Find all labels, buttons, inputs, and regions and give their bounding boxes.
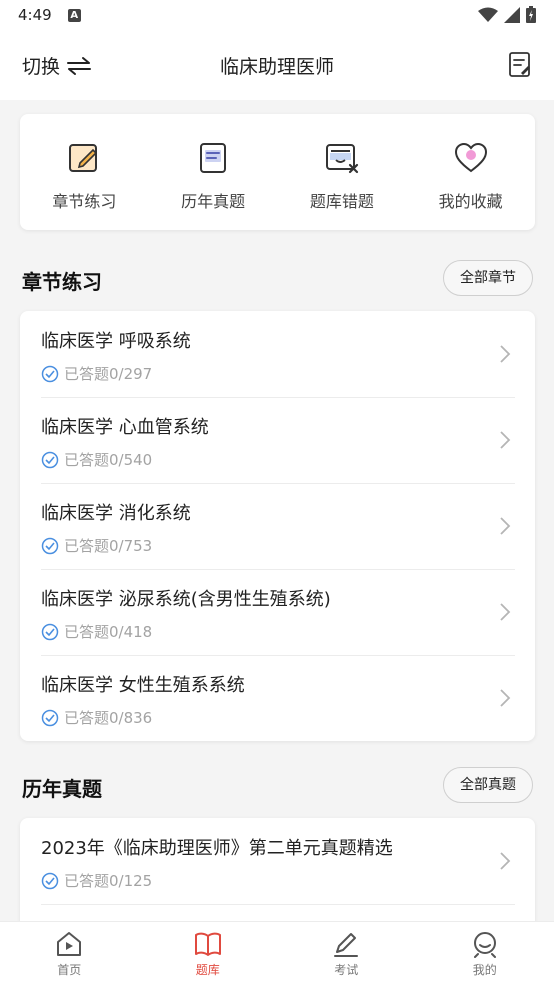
- tab-home[interactable]: 首页: [0, 922, 139, 984]
- tab-question-bank[interactable]: 题库: [139, 922, 278, 984]
- tab-label: 我的: [472, 963, 497, 977]
- item-status: 已答题0/418: [41, 621, 152, 642]
- check-circle-icon: [41, 365, 59, 382]
- battery-icon: [526, 6, 536, 23]
- chevron-right-icon: [500, 852, 511, 870]
- wifi-icon: [478, 7, 498, 22]
- item-status: 已答题0/125: [41, 870, 152, 891]
- pen-icon: [334, 933, 359, 957]
- progress-text: 已答题0/836: [64, 709, 153, 727]
- quick-favorites[interactable]: 我的收藏: [406, 114, 535, 230]
- list-item[interactable]: 临床医学 女性生殖系系统 已答题0/836: [20, 655, 535, 741]
- quick-label: 章节练习: [52, 192, 117, 211]
- list-item[interactable]: 临床医学 泌尿系统(含男性生殖系统) 已答题0/418: [20, 569, 535, 655]
- profile-icon: [473, 932, 496, 958]
- past-exam-list: 2023年《临床助理医师》第二单元真题精选 已答题0/125: [20, 818, 535, 928]
- wrong-questions-icon: [325, 144, 358, 174]
- item-title: 临床医学 泌尿系统(含男性生殖系统): [41, 589, 331, 610]
- divider: [41, 904, 515, 905]
- quick-past-exams[interactable]: 历年真题: [149, 114, 278, 230]
- check-circle-icon: [41, 623, 59, 640]
- item-status: 已答题0/540: [41, 449, 152, 470]
- quick-wrong-questions[interactable]: 题库错题: [278, 114, 407, 230]
- quick-label: 题库错题: [309, 192, 374, 211]
- switch-exam-button[interactable]: 切换: [22, 52, 92, 79]
- item-status: 已答题0/836: [41, 707, 152, 728]
- list-item[interactable]: 2023年《临床助理医师》第二单元真题精选 已答题0/125: [20, 818, 535, 904]
- progress-text: 已答题0/753: [64, 537, 153, 555]
- chapter-section-header: 章节练习 全部章节: [0, 260, 554, 300]
- chevron-right-icon: [500, 603, 511, 621]
- chevron-right-icon: [500, 345, 511, 363]
- section-title: 章节练习: [22, 270, 102, 294]
- tab-label: 首页: [57, 963, 82, 977]
- list-item[interactable]: 临床医学 心血管系统 已答题0/540: [20, 397, 535, 483]
- item-status: 已答题0/753: [41, 535, 152, 556]
- status-right-icons: [478, 6, 536, 23]
- tab-label: 考试: [334, 963, 359, 977]
- item-status: 已答题0/297: [41, 363, 152, 384]
- chapter-list: 临床医学 呼吸系统 已答题0/297 临床医学 心血管系统 已答题0/540 临…: [20, 311, 535, 741]
- all-chapters-button[interactable]: 全部章节: [443, 260, 533, 296]
- status-time: 4:49: [18, 6, 52, 24]
- item-title: 临床医学 消化系统: [41, 503, 191, 524]
- progress-text: 已答题0/125: [64, 872, 153, 890]
- tab-label: 题库: [195, 963, 220, 977]
- bottom-tab-bar: 首页 题库 考试 我的: [0, 921, 554, 984]
- check-circle-icon: [41, 537, 59, 554]
- tab-exam[interactable]: 考试: [277, 922, 416, 984]
- check-circle-icon: [41, 451, 59, 468]
- signal-icon: [504, 6, 520, 23]
- item-title: 临床医学 女性生殖系系统: [41, 675, 245, 696]
- item-title: 2023年《临床助理医师》第二单元真题精选: [41, 838, 393, 859]
- chevron-right-icon: [500, 689, 511, 707]
- progress-text: 已答题0/418: [64, 623, 153, 641]
- check-circle-icon: [41, 709, 59, 726]
- progress-text: 已答题0/540: [64, 451, 153, 469]
- quick-label: 历年真题: [181, 192, 246, 211]
- chevron-right-icon: [500, 517, 511, 535]
- switch-label: 切换: [22, 56, 61, 78]
- chevron-right-icon: [500, 431, 511, 449]
- section-title: 历年真题: [22, 777, 102, 801]
- tab-profile[interactable]: 我的: [416, 922, 554, 984]
- notes-icon[interactable]: [508, 52, 532, 78]
- home-play-icon: [57, 932, 82, 956]
- document-icon: [200, 143, 227, 173]
- heart-icon: [454, 142, 487, 173]
- book-icon: [194, 932, 221, 956]
- list-item[interactable]: 临床医学 呼吸系统 已答题0/297: [20, 311, 535, 397]
- quick-chapter-practice[interactable]: 章节练习: [20, 114, 149, 230]
- item-title: 临床医学 心血管系统: [41, 417, 209, 438]
- app-header: 切换 临床助理医师: [0, 30, 554, 100]
- swap-arrows-icon: [67, 56, 92, 75]
- status-bar: 4:49 A: [0, 0, 554, 30]
- past-exam-section-header: 历年真题 全部真题: [0, 767, 554, 807]
- edit-note-icon: [69, 144, 98, 172]
- item-title: 临床医学 呼吸系统: [41, 331, 191, 352]
- progress-text: 已答题0/297: [64, 365, 153, 383]
- notification-a-icon: A: [67, 8, 81, 22]
- quick-label: 我的收藏: [438, 192, 503, 211]
- quick-actions-card: 章节练习 历年真题 题库错题 我的收藏: [20, 114, 535, 230]
- list-item[interactable]: 临床医学 消化系统 已答题0/753: [20, 483, 535, 569]
- page-title: 临床助理医师: [219, 55, 334, 78]
- check-circle-icon: [41, 872, 59, 889]
- all-past-exams-button[interactable]: 全部真题: [443, 767, 533, 803]
